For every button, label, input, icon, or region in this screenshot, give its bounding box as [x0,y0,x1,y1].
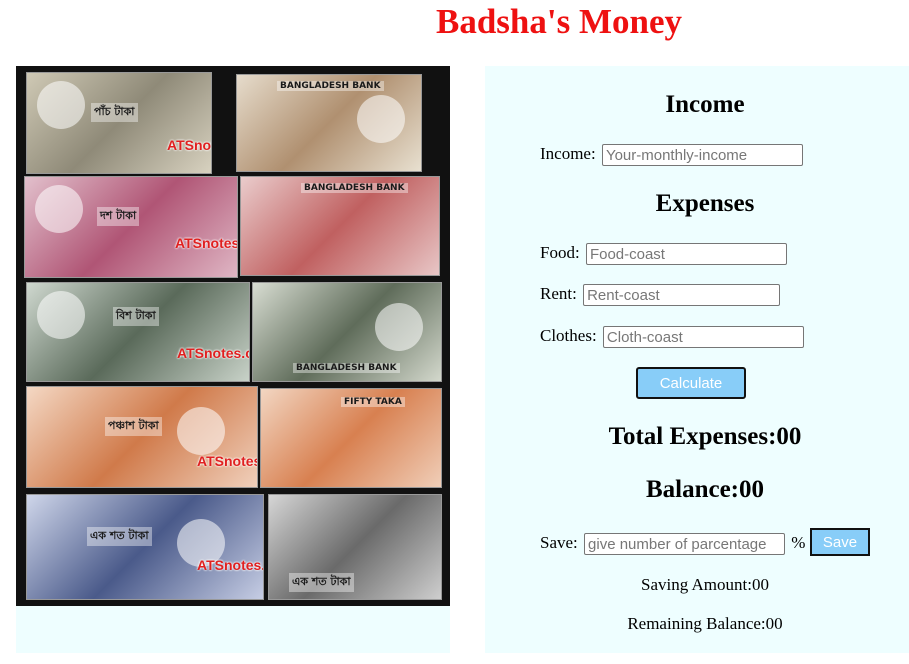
save-label: Save: [540,533,578,552]
note-50-taka-front: পঞ্চাশ টাকা ATSnotes.com [26,386,258,488]
note-10-taka-back: BANGLADESH BANK [240,176,440,276]
save-button[interactable]: Save [810,528,870,556]
watermark-text: ATSnotes.com [175,235,237,251]
note-text: এক শত টাকা [87,527,152,546]
income-input[interactable] [601,144,803,167]
note-text: দশ টাকা [97,207,140,226]
calculator-panel: Income Income: Expenses Food: Rent: Clot… [485,66,909,653]
clothes-row: Clothes: [540,325,804,349]
income-row: Income: [540,143,803,167]
rent-row: Rent: [540,283,781,307]
balance-text: Balance:00 [645,476,765,503]
note-text: BANGLADESH BANK [277,81,384,91]
food-row: Food: [540,242,787,266]
note-text: এক শত টাকা [289,573,354,592]
expenses-heading: Expenses [655,190,755,217]
clothes-input[interactable] [602,326,804,349]
note-text: BANGLADESH BANK [301,183,408,193]
watermark-text: ATSnotes.com [197,453,257,469]
rent-label: Rent: [540,284,577,303]
note-20-taka-back: BANGLADESH BANK [252,282,442,382]
note-10-taka-front: দশ টাকা ATSnotes.com [24,176,238,278]
watermark-text: ATSnotes.com [177,345,249,361]
watermark-text: ATSnotes.com [167,137,212,153]
save-percentage-input[interactable] [584,533,786,556]
note-5-taka-back: BANGLADESH BANK [236,74,422,172]
left-panel: পাঁচ টাকা ATSnotes.com BANGLADESH BANK দ… [16,66,450,653]
remaining-balance-text: Remaining Balance:00 [627,614,783,633]
income-heading: Income [665,91,745,118]
watermark-text: ATSnotes.com [197,557,264,573]
saving-amount-text: Saving Amount:00 [641,575,769,594]
clothes-label: Clothes: [540,326,597,345]
calculate-button[interactable]: Calculate [636,367,746,399]
note-text: BANGLADESH BANK [293,363,400,373]
note-text: পঞ্চাশ টাকা [105,417,162,436]
total-expenses-text: Total Expenses:00 [608,423,802,450]
food-label: Food: [540,243,580,262]
rent-input[interactable] [583,284,781,307]
page-title: Badsha's Money [436,2,683,41]
note-20-taka-front: বিশ টাকা ATSnotes.com [26,282,250,382]
income-label: Income: [540,144,596,163]
note-100-taka-front: এক শত টাকা ATSnotes.com [26,494,264,600]
percent-sign: % [791,533,806,552]
banknotes-image: পাঁচ টাকা ATSnotes.com BANGLADESH BANK দ… [16,66,450,606]
save-row: Save: % [540,532,806,556]
food-input[interactable] [585,243,787,266]
note-100-taka-back: এক শত টাকা [268,494,442,600]
note-text: বিশ টাকা [113,307,159,326]
note-50-taka-back: FIFTY TAKA [260,388,442,488]
note-text: FIFTY TAKA [341,397,405,407]
note-5-taka-front: পাঁচ টাকা ATSnotes.com [26,72,212,174]
note-text: পাঁচ টাকা [91,103,138,122]
